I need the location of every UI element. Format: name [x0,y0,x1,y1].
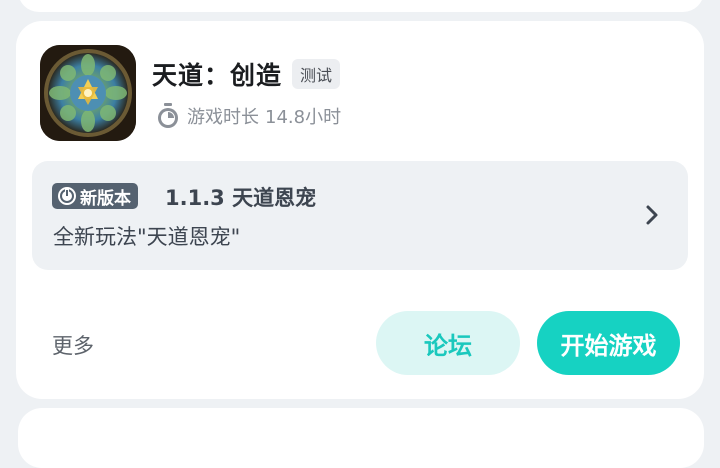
chevron-right-icon [646,205,658,225]
start-game-button[interactable]: 开始游戏 [537,311,680,375]
power-icon [58,187,76,205]
more-link[interactable]: 更多 [52,330,94,360]
test-tag: 测试 [292,59,341,89]
playtime-value: 14.8小时 [265,107,342,128]
version-description: 全新玩法"天道恩宠" [53,225,241,249]
new-version-label: 新版本 [80,188,131,209]
game-icon[interactable] [40,45,136,141]
game-title-row: 天道：创造 测试 [152,56,341,92]
forum-button[interactable]: 论坛 [376,311,520,375]
new-version-badge: 新版本 [52,183,138,209]
previous-card [18,0,704,12]
stopwatch-icon [158,103,178,128]
game-title: 天道：创造 [152,61,283,90]
playtime-label: 游戏时长 [187,107,259,128]
next-card [18,408,704,468]
version-text: 1.1.3 天道恩宠 [165,186,317,210]
update-panel[interactable]: 新版本 1.1.3 天道恩宠 全新玩法"天道恩宠" [32,161,688,270]
playtime-row: 游戏时长 14.8小时 [156,103,341,129]
game-mandala-icon [40,45,136,141]
